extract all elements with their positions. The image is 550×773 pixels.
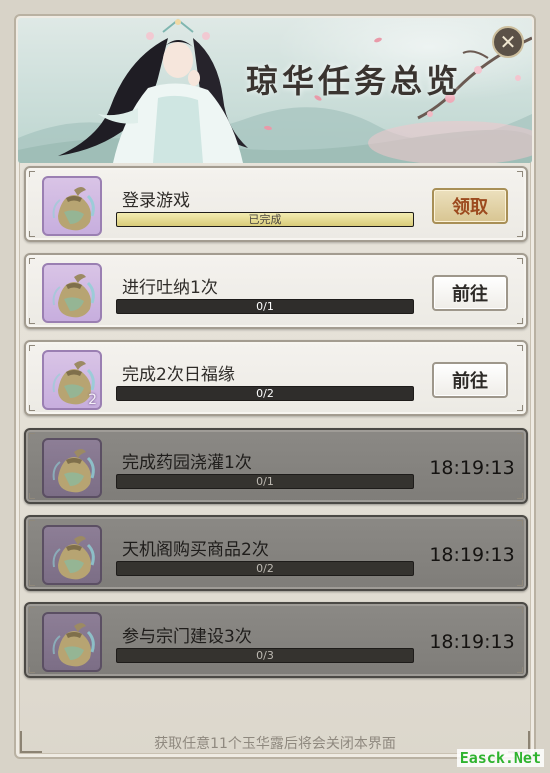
row-corner-ornament [517,493,523,499]
pouch-icon [52,274,95,318]
progress-bar: 0/2 [116,561,414,576]
go-button[interactable]: 前往 [432,275,508,311]
task-timer: 18:19:13 [429,631,515,653]
reward-item[interactable] [42,263,102,323]
task-title: 进行吐纳1次 [122,278,218,298]
task-title: 参与宗门建设3次 [122,627,252,647]
task-row: 参与宗门建设3次 0/3 18:19:13 [24,602,528,678]
row-corner-ornament [29,405,35,411]
reward-item[interactable] [42,612,102,672]
row-corner-ornament [29,433,35,439]
pouch-icon [52,449,95,493]
pouch-icon [52,187,95,231]
task-row: 进行吐纳1次 0/1 前往 [24,253,528,329]
task-timer: 18:19:13 [429,457,515,479]
go-button[interactable]: 前往 [432,362,508,398]
progress-bar: 已完成 [116,212,414,227]
progress-bar: 0/3 [116,648,414,663]
reward-count: 2 [88,392,97,408]
row-corner-ornament [517,171,523,177]
task-row: 完成药园浇灌1次 0/1 18:19:13 [24,428,528,504]
progress-bar: 0/2 [116,386,414,401]
task-title: 完成药园浇灌1次 [122,453,252,473]
row-corner-ornament [517,258,523,264]
pouch-icon [52,623,95,667]
task-title: 登录游戏 [122,191,190,211]
progress-text: 0/3 [256,649,274,662]
row-corner-ornament [29,318,35,324]
row-corner-ornament [29,171,35,177]
row-corner-ornament [517,405,523,411]
row-corner-ornament [29,607,35,613]
task-timer: 18:19:13 [429,544,515,566]
progress-text: 0/2 [256,387,274,400]
row-corner-ornament [29,493,35,499]
row-corner-ornament [29,258,35,264]
progress-text: 0/1 [256,300,274,313]
row-corner-ornament [517,667,523,673]
task-row: 2 完成2次日福缘 0/2 前往 [24,340,528,416]
row-corner-ornament [29,345,35,351]
claim-button[interactable]: 领取 [432,188,508,224]
progress-text: 0/1 [256,475,274,488]
progress-bar: 0/1 [116,299,414,314]
progress-text: 已完成 [248,213,282,226]
task-row: 登录游戏已完成 领取 [24,166,528,242]
task-title: 完成2次日福缘 [122,365,235,385]
reward-item[interactable] [42,438,102,498]
reward-item[interactable] [42,525,102,585]
task-row: 天机阁购买商品2次 0/2 18:19:13 [24,515,528,591]
row-corner-ornament [517,607,523,613]
row-corner-ornament [517,345,523,351]
header-banner: 琼华任务总览 ✕ [18,18,532,163]
row-corner-ornament [29,580,35,586]
reward-item[interactable] [42,176,102,236]
row-corner-ornament [517,580,523,586]
pouch-icon [52,536,95,580]
progress-text: 0/2 [256,562,274,575]
row-corner-ornament [517,231,523,237]
page-title: 琼华任务总览 [246,62,463,100]
row-corner-ornament [29,231,35,237]
task-title: 天机阁购买商品2次 [122,540,269,560]
row-corner-ornament [29,520,35,526]
close-button[interactable]: ✕ [492,26,524,58]
reward-item[interactable]: 2 [42,350,102,410]
close-icon: ✕ [499,30,517,54]
row-corner-ornament [29,667,35,673]
watermark: Easck.Net [456,749,544,767]
row-corner-ornament [517,433,523,439]
row-corner-ornament [517,318,523,324]
row-corner-ornament [517,520,523,526]
progress-bar: 0/1 [116,474,414,489]
